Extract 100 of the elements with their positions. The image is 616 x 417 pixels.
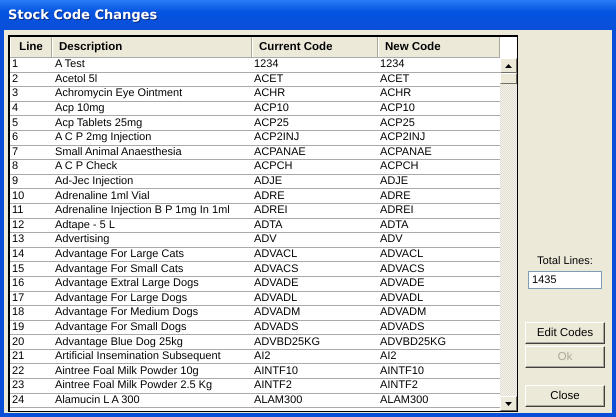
line-cell-text: 18 [11,306,26,320]
line-cell-text: 4 [11,102,20,116]
line-cell-text: 16 [11,277,26,290]
column-header[interactable]: Description [52,37,252,57]
code-cell-text: ADJE [253,175,284,188]
code-cell-text: ADVACS [253,262,300,276]
total-lines-label: Total Lines: [537,255,593,267]
line-cell-text: 12 [11,218,26,232]
description-cell-text: Ad-Jec Injection [54,175,134,188]
description-cell-text: Advantage Extral Large Dogs [54,277,200,290]
code-cell-text: ACET [253,72,284,86]
line-cell-text: 17 [11,292,26,305]
code-cell-text: ACPANAE [379,146,433,159]
code-cell-text: AI2 [253,350,272,364]
line-cell-text: 11 [11,204,24,218]
code-cell-text: ACPANAE [253,146,307,159]
code-cell-text: AINTF10 [253,364,300,378]
scroll-down-button[interactable] [500,396,517,411]
description-cell-text: Acetol 5l [54,72,98,86]
line-cell-text: 8 [11,160,20,174]
description-cell-text: Advantage For Small Cats [54,262,184,276]
code-cell-text: ADVADE [253,277,300,290]
scroll-up-button[interactable] [500,58,517,73]
description-cell-text: Acp 10mg [54,102,106,116]
description-cell-text: Advantage For Large Cats [54,248,186,262]
code-cell-text: ADV [253,233,278,246]
description-cell-text: Aintree Foal Milk Powder 2.5 Kg [54,379,214,392]
code-cell-text: AINTF2 [253,379,293,392]
line-cell-text: 9 [11,175,20,188]
line-cell-text: 2 [11,72,20,86]
code-cell-text: ADVACL [379,248,424,262]
code-cell-text: ADVACL [253,248,298,262]
line-cell-text: 14 [11,248,26,262]
column-header[interactable]: Current Code [252,37,378,57]
code-cell-text: ACP2INJ [379,131,426,144]
line-cell-text: 6 [11,131,20,144]
description-cell-text: Advantage For Large Dogs [54,292,188,305]
code-cell-text: ADVBD25KG [379,336,448,349]
code-cell-text: ADJE [379,175,410,188]
description-cell-text: Alamucin L A 300 [54,394,141,407]
code-cell-text: ACPCH [253,160,294,174]
code-cell-text: ADV [379,233,404,246]
code-cell-text: ACP2INJ [253,131,300,144]
code-cell-text: AI2 [379,350,398,364]
code-cell-text: ADVADS [379,320,426,334]
scrollbar[interactable] [500,58,517,411]
code-cell-text: ALAM300 [253,394,304,407]
line-cell-text: 1 [11,58,20,72]
code-cell-text: 1234 [379,58,406,72]
line-cell-text: 21 [11,350,26,364]
code-cell-text: ADVADM [253,306,302,320]
line-cell-text: 3 [11,87,20,100]
code-cell-text: AINTF2 [379,379,419,392]
description-cell-text: Small Animal Anaesthesia [54,146,183,159]
code-cell-text: ADREI [379,204,415,218]
description-cell-text: Artificial Insemination Subsequent [54,350,222,364]
line-cell-text: 15 [11,262,26,276]
description-cell-text: Adrenaline Injection B P 1mg In 1ml [54,204,231,218]
line-cell-text: 20 [11,336,26,349]
line-cell-text: 10 [11,190,26,203]
code-cell-text: ADTA [253,218,284,232]
code-cell-text: ACHR [253,87,286,100]
line-cell-text: 24 [11,394,26,407]
description-cell-text: Aintree Foal Milk Powder 10g [54,364,200,378]
window-title: Stock Code Changes [8,8,158,22]
description-cell-text: Adrenaline 1ml Vial [54,190,151,203]
dialog-button[interactable]: Close [525,385,605,407]
description-cell-text: A C P 2mg Injection [54,131,152,144]
line-cell-text: 5 [11,116,20,130]
code-cell-text: ADVACS [379,262,426,276]
line-cell-text: 22 [11,364,26,378]
code-cell-text: ACP25 [253,116,290,130]
description-cell-text: A Test [54,58,86,72]
code-cell-text: ADVBD25KG [253,336,322,349]
code-cell-text: ACP10 [253,102,290,116]
line-cell-text: 19 [11,320,26,334]
dialog-button[interactable]: Edit Codes [525,322,605,344]
code-cell-text: ACET [379,72,410,86]
column-header[interactable]: New Code [378,37,500,57]
line-cell-text: 7 [11,146,20,159]
up-arrow-icon [505,64,512,68]
code-cell-text: ADVADS [253,320,300,334]
total-lines-field[interactable]: 1435 [528,271,602,289]
code-cell-text: ADVADE [379,277,426,290]
code-cell-text: ADVADM [379,306,428,320]
description-cell-text: Advantage For Medium Dogs [54,306,200,320]
scroll-thumb[interactable] [500,73,517,84]
code-cell-text: ACP25 [379,116,416,130]
description-cell-text: Advantage For Small Dogs [54,320,188,334]
code-cell-text: ADRE [253,190,286,203]
down-arrow-icon [505,402,512,406]
line-cell-text: 13 [11,233,26,246]
description-cell-text: A C P Check [54,160,118,174]
code-cell-text: ACPCH [379,160,420,174]
description-cell-text: Advantage Blue Dog 25kg [54,336,184,349]
column-header[interactable]: Line [10,37,52,57]
code-cell-text: ADVADL [379,292,424,305]
code-cell-text: AINTF10 [379,364,426,378]
code-cell-text: ACHR [379,87,412,100]
code-cell-text: 1234 [253,58,280,72]
